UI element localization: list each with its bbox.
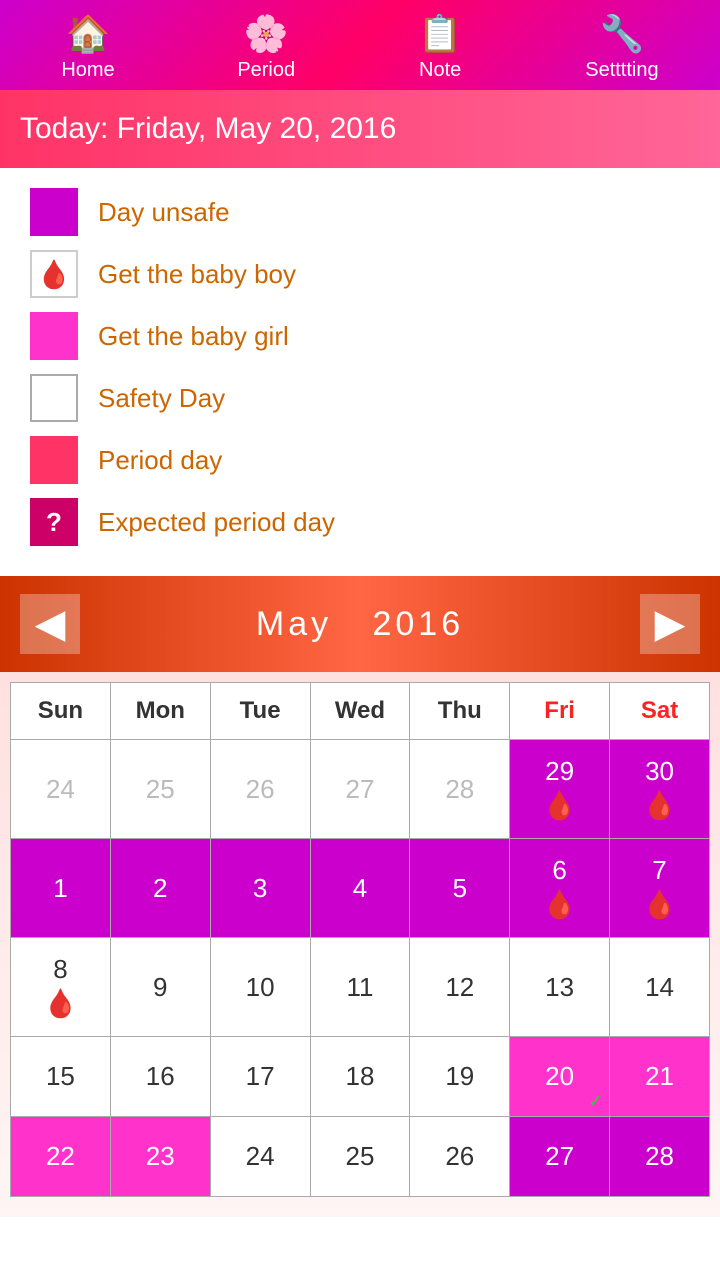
legend-period: Period day [30,436,690,484]
calendar-day-cell[interactable]: 11 [310,938,410,1037]
prev-month-button[interactable]: ◀ [20,594,80,654]
note-icon: 📋 [418,13,463,55]
navbar: 🏠 Home 🌸 Period 📋 Note 🔧 Setttting [0,0,720,90]
legend: Day unsafe 🩸 Get the baby boy Get the ba… [0,168,720,566]
nav-settings[interactable]: 🔧 Setttting [585,13,658,82]
col-wed: Wed [310,683,410,740]
calendar-day-cell[interactable]: 30🩸 [610,740,710,839]
legend-unsafe: Day unsafe [30,188,690,236]
legend-safety: Safety Day [30,374,690,422]
weekday-header-row: Sun Mon Tue Wed Thu Fri Sat [11,683,710,740]
calendar-day-cell[interactable]: 15 [11,1037,111,1117]
col-fri: Fri [510,683,610,740]
legend-girl: Get the baby girl [30,312,690,360]
calendar-day-cell[interactable]: 1 [11,839,111,938]
calendar-day-cell[interactable]: 21 [610,1037,710,1117]
calendar-day-cell[interactable]: 10 [210,938,310,1037]
calendar-week-row: 8🩸91011121314 [11,938,710,1037]
calendar-day-cell[interactable]: 17 [210,1037,310,1117]
legend-box-boy: 🩸 [30,250,78,298]
next-arrow-icon: ▶ [655,601,686,647]
calendar-day-cell[interactable]: 27 [510,1117,610,1197]
calendar-week-row: 22232425262728 [11,1117,710,1197]
legend-box-period [30,436,78,484]
calendar-day-cell[interactable]: 5 [410,839,510,938]
col-mon: Mon [110,683,210,740]
calendar-day-cell[interactable]: 9 [110,938,210,1037]
calendar-day-cell[interactable]: 24 [210,1117,310,1197]
calendar-day-cell[interactable]: 28 [610,1117,710,1197]
prev-arrow-icon: ◀ [35,601,66,647]
calendar-day-cell[interactable]: 12 [410,938,510,1037]
calendar-day-cell[interactable]: 24 [11,740,111,839]
calendar-day-cell[interactable]: 19 [410,1037,510,1117]
col-sat: Sat [610,683,710,740]
calendar-week-row: 123456🩸7🩸 [11,839,710,938]
nav-period[interactable]: 🌸 Period [237,13,295,82]
col-thu: Thu [410,683,510,740]
period-icon: 🌸 [244,13,289,55]
calendar-day-cell[interactable]: 14 [610,938,710,1037]
next-month-button[interactable]: ▶ [640,594,700,654]
legend-label-unsafe: Day unsafe [98,197,230,228]
calendar-day-cell[interactable]: 20✓ [510,1037,610,1117]
legend-label-expected: Expected period day [98,507,335,538]
legend-box-safety [30,374,78,422]
calendar-day-cell[interactable]: 23 [110,1117,210,1197]
calendar-wrap: Sun Mon Tue Wed Thu Fri Sat 242526272829… [0,672,720,1217]
calendar-day-cell[interactable]: 25 [310,1117,410,1197]
legend-label-safety: Safety Day [98,383,225,414]
calendar-day-cell[interactable]: 27 [310,740,410,839]
legend-expected: ? Expected period day [30,498,690,546]
nav-note[interactable]: 📋 Note [418,13,463,82]
calendar-day-cell[interactable]: 13 [510,938,610,1037]
calendar-day-cell[interactable]: 25 [110,740,210,839]
legend-box-unsafe [30,188,78,236]
nav-settings-label: Setttting [585,59,658,82]
calendar-day-cell[interactable]: 2 [110,839,210,938]
calendar-day-cell[interactable]: 26 [410,1117,510,1197]
calendar-day-cell[interactable]: 6🩸 [510,839,610,938]
calendar-day-cell[interactable]: 3 [210,839,310,938]
legend-label-girl: Get the baby girl [98,321,289,352]
today-text: Today: Friday, May 20, 2016 [20,112,396,145]
nav-note-label: Note [419,59,461,82]
calendar-day-cell[interactable]: 4 [310,839,410,938]
calendar-month-year: May 2016 [256,605,464,644]
calendar-day-cell[interactable]: 18 [310,1037,410,1117]
legend-label-boy: Get the baby boy [98,259,296,290]
legend-box-expected: ? [30,498,78,546]
nav-home[interactable]: 🏠 Home [61,13,114,82]
calendar-day-cell[interactable]: 28 [410,740,510,839]
nav-home-label: Home [61,59,114,82]
calendar-week-row: 151617181920✓21 [11,1037,710,1117]
calendar-day-cell[interactable]: 26 [210,740,310,839]
calendar-day-cell[interactable]: 29🩸 [510,740,610,839]
legend-label-period: Period day [98,445,222,476]
col-sun: Sun [11,683,111,740]
calendar-day-cell[interactable]: 7🩸 [610,839,710,938]
calendar-week-row: 242526272829🩸30🩸 [11,740,710,839]
nav-period-label: Period [237,59,295,82]
home-icon: 🏠 [66,13,111,55]
calendar-body: 242526272829🩸30🩸123456🩸7🩸8🩸9101112131415… [11,740,710,1197]
legend-box-girl [30,312,78,360]
legend-boy: 🩸 Get the baby boy [30,250,690,298]
col-tue: Tue [210,683,310,740]
settings-icon: 🔧 [600,13,645,55]
calendar-day-cell[interactable]: 22 [11,1117,111,1197]
calendar-header: ◀ May 2016 ▶ [0,576,720,672]
calendar-day-cell[interactable]: 16 [110,1037,210,1117]
today-banner: Today: Friday, May 20, 2016 [0,90,720,168]
calendar-table: Sun Mon Tue Wed Thu Fri Sat 242526272829… [10,682,710,1197]
calendar-day-cell[interactable]: 8🩸 [11,938,111,1037]
